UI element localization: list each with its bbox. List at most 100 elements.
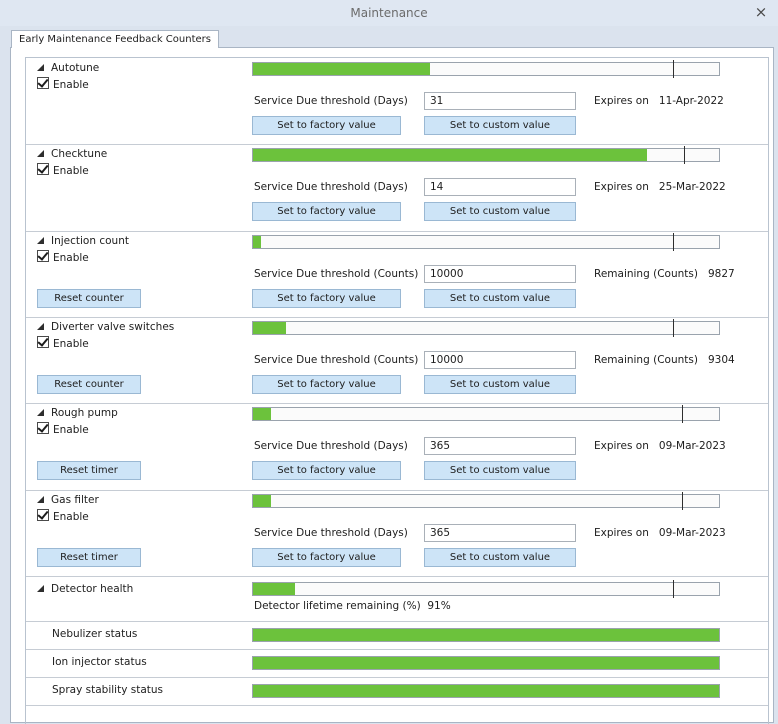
checkbox-checked-icon[interactable] [37,163,49,175]
enable-label: Enable [53,79,89,91]
set-custom-value-button[interactable]: Set to custom value [424,375,576,394]
set-custom-value-button[interactable]: Set to custom value [424,548,576,567]
info-label: Remaining (Counts) [594,268,698,280]
enable-checkbox[interactable]: Enable [37,508,89,523]
progress-bar [252,233,720,251]
tab-early-maintenance-feedback-counters[interactable]: Early Maintenance Feedback Counters [11,30,219,48]
set-factory-value-button[interactable]: Set to factory value [252,289,401,308]
info-label: Expires on [594,95,649,107]
set-factory-value-button[interactable]: Set to factory value [252,548,401,567]
threshold-marker [673,319,675,337]
status-row-spray-stability: Spray stability status [26,677,768,706]
detector-lifetime-value: 91% [427,600,451,612]
status-fill [253,685,719,697]
collapse-triangle-icon[interactable] [37,237,44,244]
set-factory-value-button[interactable]: Set to factory value [252,461,401,480]
enable-checkbox[interactable]: Enable [37,76,89,91]
section-title: Injection count [51,235,129,247]
threshold-input[interactable]: 10000 [424,351,576,369]
info-label: Remaining (Counts) [594,354,698,366]
status-row-ion-injector: Ion injector status [26,649,768,678]
progress-fill [253,408,271,420]
status-fill [253,629,719,641]
threshold-label: Service Due threshold (Counts) [254,354,419,366]
checkbox-checked-icon[interactable] [37,77,49,89]
progress-bar [252,492,720,510]
set-custom-value-button[interactable]: Set to custom value [424,461,576,480]
checkbox-checked-icon[interactable] [37,422,49,434]
threshold-input[interactable]: 14 [424,178,576,196]
info-label: Expires on [594,527,649,539]
enable-checkbox[interactable]: Enable [37,249,89,264]
section-header[interactable]: Checktune [37,148,107,160]
progress-fill [253,495,271,507]
section-header[interactable]: Rough pump [37,407,118,419]
enable-checkbox[interactable]: Enable [37,421,89,436]
section-header[interactable]: Autotune [37,62,99,74]
collapse-triangle-icon[interactable] [37,585,44,592]
enable-checkbox[interactable]: Enable [37,335,89,350]
collapse-triangle-icon[interactable] [37,150,44,157]
section-title: Checktune [51,148,108,160]
info-readout: Expires on 09-Mar-2023 [594,440,726,452]
info-label: Expires on [594,181,649,193]
progress-fill [253,63,431,75]
set-custom-value-button[interactable]: Set to custom value [424,289,576,308]
reset-timer-button[interactable]: Reset timer [37,548,141,567]
collapse-triangle-icon[interactable] [37,64,44,71]
section-header[interactable]: Gas filter [37,494,99,506]
section-title: Autotune [51,62,100,74]
info-readout: Remaining (Counts) 9827 [594,268,735,280]
info-readout: Remaining (Counts) 9304 [594,354,735,366]
threshold-label: Service Due threshold (Days) [254,95,408,107]
enable-label: Enable [53,338,89,350]
info-value: 09-Mar-2023 [658,527,726,539]
checkbox-checked-icon[interactable] [37,336,49,348]
collapse-triangle-icon[interactable] [37,409,44,416]
reset-timer-button[interactable]: Reset timer [37,461,141,480]
progress-fill [253,322,286,334]
progress-bar [252,319,720,337]
collapse-triangle-icon[interactable] [37,496,44,503]
reset-counter-button[interactable]: Reset counter [37,289,141,308]
section-title: Gas filter [51,494,99,506]
section-header[interactable]: Detector health [37,583,133,595]
threshold-label: Service Due threshold (Counts) [254,268,419,280]
threshold-label: Service Due threshold (Days) [254,181,408,193]
threshold-input[interactable]: 31 [424,92,576,110]
progress-fill [253,149,648,161]
detector-lifetime-readout: Detector lifetime remaining (%) 91% [254,600,451,612]
section-diverter-valve-switches: Diverter valve switches Enable Service D… [26,317,768,404]
checkbox-checked-icon[interactable] [37,509,49,521]
enable-label: Enable [53,252,89,264]
threshold-marker [673,60,675,78]
section-detector-health: Detector health Detector lifetime remain… [26,576,768,622]
set-factory-value-button[interactable]: Set to factory value [252,202,401,221]
status-row-nebulizer: Nebulizer status [26,621,768,650]
threshold-input[interactable]: 365 [424,524,576,542]
enable-label: Enable [53,165,89,177]
checkbox-checked-icon[interactable] [37,250,49,262]
detector-lifetime-label: Detector lifetime remaining (%) [254,600,421,612]
set-custom-value-button[interactable]: Set to custom value [424,202,576,221]
set-factory-value-button[interactable]: Set to factory value [252,116,401,135]
threshold-marker [673,580,675,598]
collapse-triangle-icon[interactable] [37,323,44,330]
section-header[interactable]: Diverter valve switches [37,321,174,333]
set-custom-value-button[interactable]: Set to custom value [424,116,576,135]
info-value: 25-Mar-2022 [658,181,726,193]
set-factory-value-button[interactable]: Set to factory value [252,375,401,394]
enable-label: Enable [53,424,89,436]
threshold-input[interactable]: 10000 [424,265,576,283]
close-icon[interactable]: × [752,3,770,21]
reset-counter-button[interactable]: Reset counter [37,375,141,394]
progress-bar [252,146,720,164]
section-header[interactable]: Injection count [37,235,129,247]
window-title: Maintenance [350,6,428,20]
info-readout: Expires on 09-Mar-2023 [594,527,726,539]
threshold-marker [682,492,684,510]
threshold-label: Service Due threshold (Days) [254,440,408,452]
threshold-input[interactable]: 365 [424,437,576,455]
section-rough-pump: Rough pump Enable Service Due threshold … [26,403,768,491]
enable-checkbox[interactable]: Enable [37,162,89,177]
